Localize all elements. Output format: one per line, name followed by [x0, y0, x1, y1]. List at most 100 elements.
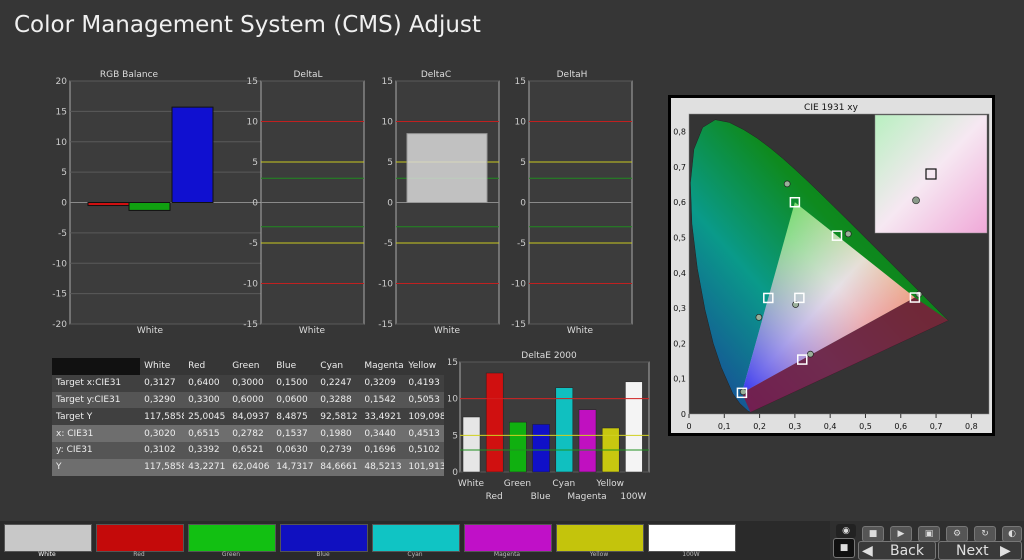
- table-cell: 101,9133: [404, 458, 444, 476]
- x-category-label: Blue: [531, 492, 551, 502]
- x-tick-label: 0,4: [824, 422, 837, 431]
- swatch-label: Red: [133, 551, 145, 558]
- table-cell: 0,3392: [184, 441, 229, 459]
- y-tick-label: -15: [378, 320, 393, 330]
- eye-icon[interactable]: ◉: [836, 524, 856, 538]
- deltal-chart: DeltaL 15 10 5 0 -5 -10 -15 White: [243, 70, 365, 336]
- column-header: Cyan: [316, 358, 361, 375]
- swatch-magenta[interactable]: [464, 524, 552, 552]
- swatch-green[interactable]: [188, 524, 276, 552]
- y-tick-label: 5: [252, 158, 258, 168]
- stop-button[interactable]: ■: [833, 538, 855, 558]
- swatch-white[interactable]: [4, 524, 92, 552]
- table-cell: 25,0045: [184, 408, 229, 426]
- top-charts: RGB Balance 20 15 10 5 0 -5 -10 -15 -20 White De…: [52, 70, 633, 336]
- table-cell: 33,4921: [360, 408, 405, 426]
- table-corner: [52, 358, 141, 375]
- swatch-100w[interactable]: [648, 524, 736, 552]
- table-cell: 109,0983: [404, 408, 444, 426]
- table-cell: 62,0406: [228, 458, 273, 476]
- measured-point: [739, 388, 747, 396]
- row-header: Target x:CIE31: [52, 374, 141, 392]
- x-category-label: White: [458, 479, 485, 489]
- pause-icon[interactable]: ■: [862, 526, 884, 542]
- swatch-label: 100W: [682, 551, 700, 558]
- deltal-title: DeltaL: [293, 70, 322, 80]
- table-cell: 117,5858: [140, 408, 185, 426]
- table-cell: 0,6000: [228, 391, 273, 409]
- y-tick-label: 10: [56, 138, 68, 148]
- y-tick-label: -10: [378, 280, 393, 290]
- cie-inset: [874, 114, 988, 234]
- x-tick-label: 0,2: [753, 422, 766, 431]
- cie-chart: CIE 1931 xy 0 0,1 0,2 0,3 0,4 0,5 0,6 0,7 0,8 0,8…: [668, 95, 995, 436]
- y-tick-label: 0,8: [673, 128, 686, 137]
- next-label: Next: [956, 543, 989, 559]
- swatch-label: Cyan: [407, 551, 423, 558]
- column-header: Yellow: [404, 358, 444, 375]
- play-icon[interactable]: ▶: [890, 526, 912, 542]
- rgb-balance-category: White: [137, 326, 164, 336]
- row-header: y: CIE31: [52, 441, 141, 459]
- inset-measured-point: [912, 196, 920, 205]
- measured-point: [807, 350, 814, 358]
- y-tick-label: 5: [452, 431, 458, 441]
- row-header: Target Y: [52, 408, 141, 426]
- y-tick-label: 10: [448, 395, 458, 405]
- deltae-bar: [485, 372, 504, 473]
- y-tick-label: 0: [61, 199, 67, 209]
- rgb-bar-green: [128, 202, 171, 211]
- table-cell: 0,3288: [316, 391, 361, 409]
- table-cell: 84,0937: [228, 408, 273, 426]
- settings-icon[interactable]: ⚙: [946, 526, 968, 542]
- deltae-chart: DeltaE 2000 15 10 5 0WhiteRedGreenBlueCyan M…: [448, 351, 650, 502]
- table-cell: 43,2271: [184, 458, 229, 476]
- x-tick-label: 0,8: [965, 422, 978, 431]
- page-title: Color Management System (CMS) Adjust: [14, 12, 481, 38]
- x-tick-label: 0,1: [718, 422, 731, 431]
- rgb-bar-red: [87, 202, 130, 207]
- y-tick-label: -15: [511, 320, 526, 330]
- swatch-red[interactable]: [96, 524, 184, 552]
- table-cell: 0,1980: [316, 425, 361, 442]
- y-tick-label: 15: [247, 77, 258, 87]
- table-cell: 14,7317: [272, 458, 317, 476]
- y-tick-label: -5: [249, 239, 258, 249]
- y-tick-label: -10: [511, 280, 526, 290]
- y-tick-label: -5: [517, 239, 526, 249]
- refresh-icon[interactable]: ↻: [974, 526, 996, 542]
- table-cell: 0,3209: [360, 374, 405, 392]
- back-arrow-icon: ◀: [862, 543, 873, 559]
- table-cell: 0,3000: [228, 374, 273, 392]
- rgb-balance-title: RGB Balance: [100, 70, 159, 80]
- y-tick-label: -10: [243, 280, 258, 290]
- y-tick-label: 15: [448, 358, 458, 368]
- table-cell: 48,5213: [360, 458, 405, 476]
- swatch-yellow[interactable]: [556, 524, 644, 552]
- x-tick-label: 0,6: [894, 422, 907, 431]
- swatch-label: Blue: [316, 551, 330, 558]
- table-cell: 92,5812: [316, 408, 361, 426]
- x-category-label: Green: [504, 479, 531, 489]
- deltac-category: White: [434, 326, 461, 336]
- y-tick-label: -15: [243, 320, 258, 330]
- table-cell: 0,1500: [272, 374, 317, 392]
- measurement-table: WhiteRedGreenBlueCyanMagentaYellow100WTa…: [52, 358, 444, 478]
- save-icon[interactable]: ▣: [918, 526, 940, 542]
- table-cell: 0,3020: [140, 425, 185, 442]
- measured-point: [844, 230, 852, 238]
- back-label: Back: [890, 543, 924, 559]
- table-cell: 0,5102: [404, 441, 444, 459]
- measured-point: [783, 180, 791, 188]
- table-cell: 0,2782: [228, 425, 273, 442]
- table-cell: 0,3300: [184, 391, 229, 409]
- table-cell: 0,6515: [184, 425, 229, 442]
- y-tick-label: 10: [515, 118, 527, 128]
- next-arrow-icon: ▶: [1000, 543, 1011, 559]
- row-header: Target y:CIE31: [52, 391, 141, 409]
- swatch-cyan[interactable]: [372, 524, 460, 552]
- info-icon[interactable]: ◐: [1002, 526, 1022, 542]
- swatch-label: White: [38, 551, 56, 558]
- swatch-blue[interactable]: [280, 524, 368, 552]
- deltah-chart: DeltaH 15 10 5 0 -5 -10 -15 White: [511, 70, 633, 336]
